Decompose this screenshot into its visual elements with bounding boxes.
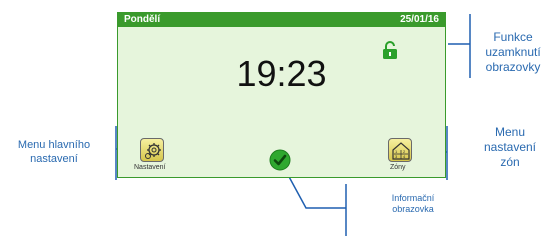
info-callout-line1: Informační [391, 193, 435, 203]
main-menu-callout-line2: nastavení [30, 153, 78, 165]
info-callout: Informační obrazovka [378, 193, 448, 215]
lock-callout-line3: obrazovky [485, 60, 541, 74]
settings-label: Nastavení [134, 164, 166, 171]
status-bar: Pondělí 25/01/16 [118, 13, 445, 27]
settings-button[interactable] [140, 138, 164, 162]
zones-callout-line2: nastavení [483, 140, 537, 154]
gears-icon [145, 143, 161, 159]
svg-text:3: 3 [395, 154, 398, 159]
main-menu-callout-line1: Menu hlavního [17, 139, 91, 151]
zones-callout-line3: zón [500, 155, 520, 169]
checkmark-icon[interactable] [269, 149, 291, 171]
info-callout-line2: obrazovka [392, 204, 434, 214]
lock-callout: Funkce uzamknutí obrazovky [478, 30, 548, 75]
day-label: Pondělí [124, 14, 161, 25]
svg-text:4: 4 [403, 154, 406, 159]
main-menu-callout: Menu hlavního nastavení [0, 138, 108, 166]
zones-callout: Menu nastavení zón [477, 125, 543, 170]
lock-callout-line1: Funkce [493, 30, 533, 44]
zones-button[interactable]: 1 2 3 4 [388, 138, 412, 162]
house-zones-icon: 1 2 3 4 [392, 142, 410, 160]
zones-callout-line1: Menu [494, 125, 526, 139]
date-label: 25/01/16 [400, 14, 439, 25]
zones-label: Zóny [390, 164, 406, 171]
clock-time: 19:23 [236, 53, 327, 94]
device-screen: Pondělí 25/01/16 19:23 Nastavení 1 2 3 4… [117, 12, 446, 178]
lock-callout-line2: uzamknutí [485, 45, 541, 59]
